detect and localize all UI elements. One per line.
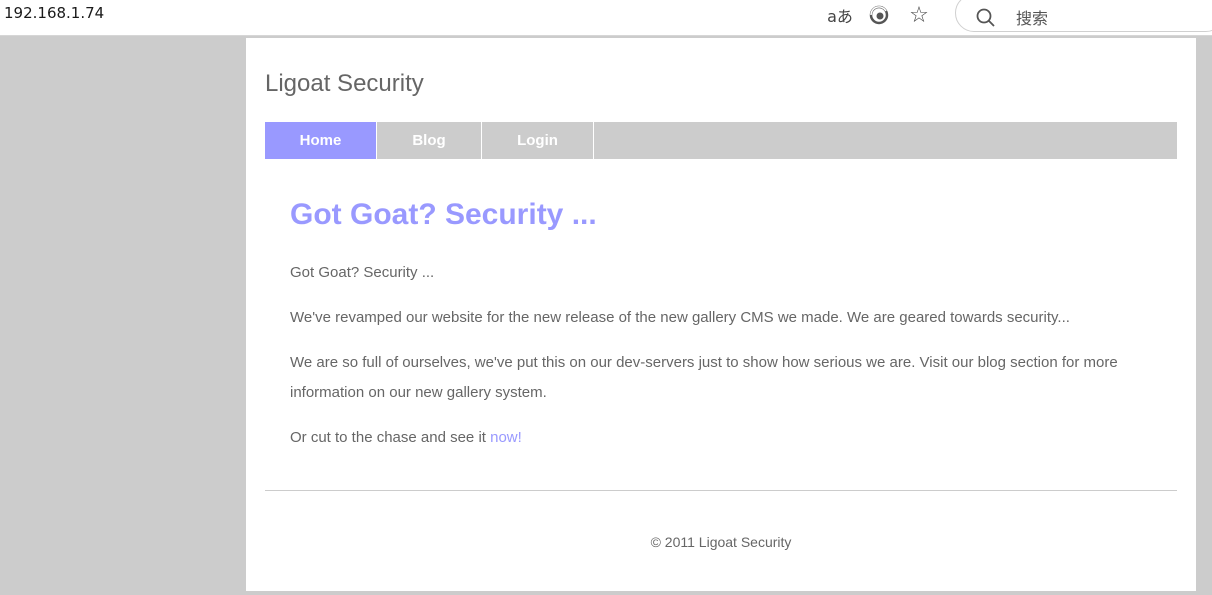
dev-server-paragraph: We are so full of ourselves, we've put t… [290, 354, 1118, 401]
page-heading: Got Goat? Security ... [290, 198, 597, 231]
favorite-star-icon[interactable]: ☆ [906, 2, 932, 28]
search-input[interactable]: 搜索 [955, 0, 1212, 32]
site-title: Ligoat Security [265, 70, 424, 97]
footer-divider [265, 490, 1177, 491]
footer-copyright: © 2011 Ligoat Security [650, 534, 792, 550]
main-nav: Home Blog Login [265, 122, 1177, 159]
browser-toolbar: 192.168.1.74 aあ ☆ 搜索 [0, 0, 1212, 36]
main-content: Got Goat? Security ... Got Goat? Securit… [290, 198, 1150, 468]
edge-refresh-icon[interactable] [866, 2, 892, 28]
read-aloud-icon[interactable]: aあ [827, 2, 853, 28]
intro-paragraph: Got Goat? Security ... [290, 264, 435, 281]
nav-item-blog[interactable]: Blog [377, 122, 482, 159]
nav-item-home[interactable]: Home [265, 122, 377, 159]
page-container: Ligoat Security Home Blog Login Got Goat… [246, 38, 1196, 591]
chase-text: Or cut to the chase and see it [290, 429, 491, 446]
search-icon [976, 8, 995, 27]
now-link[interactable]: now! [490, 429, 522, 446]
nav-item-login[interactable]: Login [482, 122, 594, 159]
chase-paragraph: Or cut to the chase and see it now! [290, 423, 1150, 453]
address-bar[interactable]: 192.168.1.74 [4, 4, 104, 22]
search-placeholder: 搜索 [1016, 9, 1049, 28]
revamp-paragraph: We've revamped our website for the new r… [290, 309, 1070, 326]
